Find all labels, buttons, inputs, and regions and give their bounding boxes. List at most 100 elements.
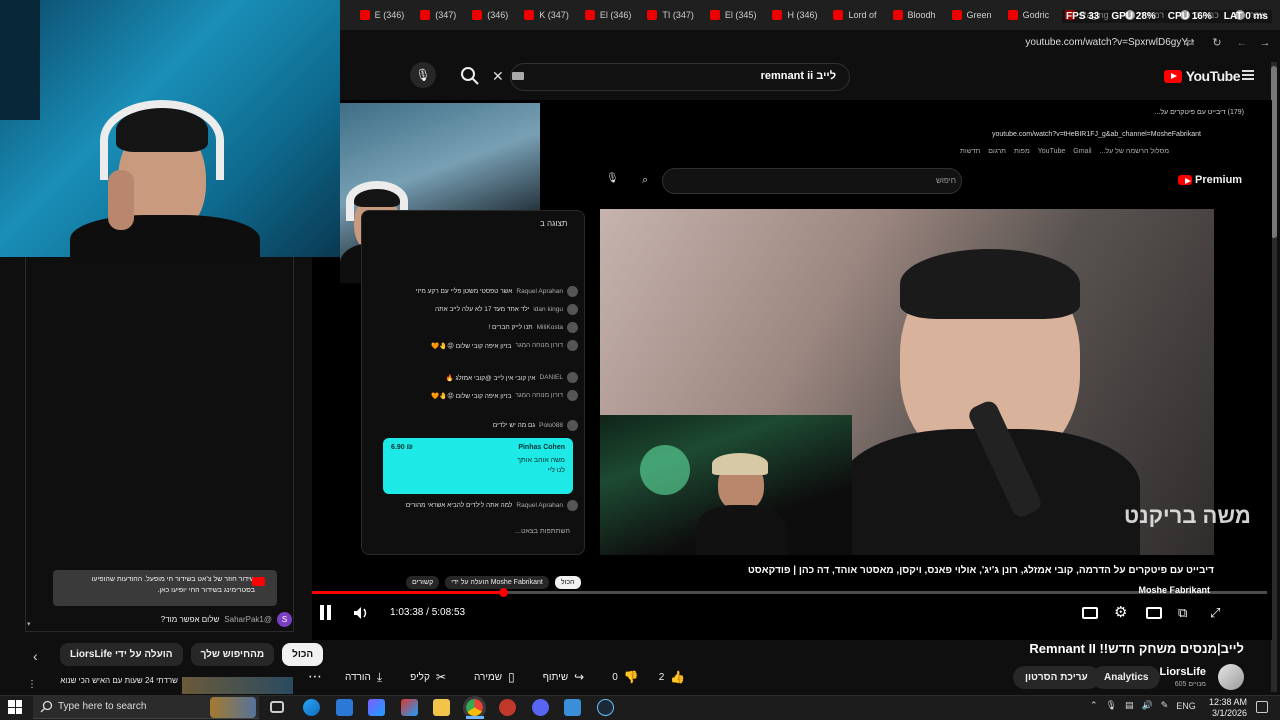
browser-tab[interactable]: (346) — [464, 0, 516, 30]
tab-label: (346) H — [787, 10, 818, 20]
browser-tab[interactable]: (347) — [412, 0, 464, 30]
inner-chat-text: אין קובי אין לייב @קובי אמזלג 🔥 — [445, 374, 536, 382]
back-icon[interactable]: → — [1258, 36, 1272, 50]
inner-chat-line: DANIEL אין קובי אין לייב @קובי אמזלג 🔥 — [364, 372, 578, 383]
translate-icon[interactable]: ⇄ — [1183, 36, 1197, 50]
inner-chat-avatar — [567, 390, 578, 401]
notifications-icon[interactable] — [1256, 701, 1268, 713]
cast-icon[interactable]: ⧉ — [1178, 604, 1196, 622]
reload-icon[interactable]: ↻ — [1210, 36, 1224, 50]
inner-browser-tabs — [600, 106, 1250, 122]
chat-message: S @SaharPak1 שלום אפשר מוד? — [161, 612, 292, 627]
save-button[interactable]: שמירה ▯ — [464, 665, 525, 689]
keyboard-icon[interactable] — [512, 72, 524, 80]
edge-icon[interactable] — [303, 699, 320, 716]
steam-icon[interactable] — [597, 699, 614, 716]
mic-icon[interactable]: 🎙 — [410, 62, 436, 88]
clock-time[interactable]: 12:38 AM — [1207, 697, 1247, 707]
pause-button[interactable] — [319, 605, 333, 621]
browser-tab[interactable]: Lord of — [825, 0, 884, 30]
share-button[interactable]: שיתוף ↪ — [533, 665, 595, 689]
store-icon[interactable] — [336, 699, 353, 716]
inner-filter-chips: הכול הועלה על ידי Moshe Fabrikant קשורים — [406, 576, 581, 589]
suggested-video-title[interactable]: שרדתי 24 שעות עם האיש הכי שנוא — [33, 676, 178, 695]
inner-chat-author: Raquel Aprahan — [516, 288, 563, 295]
language-indicator[interactable]: ENG — [1176, 701, 1196, 711]
browser-tab[interactable]: (347) TI — [639, 0, 702, 30]
windows-start-icon[interactable] — [8, 700, 22, 714]
browser-tab[interactable]: (347) K — [516, 0, 577, 30]
search-icon[interactable] — [458, 64, 482, 88]
browser-tab[interactable]: (345) El — [702, 0, 765, 30]
office-icon[interactable] — [401, 699, 418, 716]
edit-video-button[interactable]: עריכת הסרטון — [1013, 666, 1100, 689]
fullscreen-icon[interactable]: ⤢ — [1210, 604, 1228, 622]
url-text[interactable]: youtube.com/watch?v=SpxrwlD6gyY — [1025, 37, 1188, 48]
chrome-icon[interactable] — [463, 696, 486, 719]
tray-mic-icon[interactable]: 🎙 — [1106, 700, 1117, 711]
menu-icon[interactable] — [1242, 70, 1254, 80]
browser-tab[interactable]: Green — [944, 0, 1000, 30]
like-button[interactable]: 2 👍 — [649, 665, 696, 689]
chat-scroll-down-icon[interactable]: ▾ — [27, 620, 31, 628]
progress-scrubber[interactable] — [499, 588, 508, 597]
dislike-button[interactable]: 0 👎 — [602, 665, 649, 689]
chat-replay-notice: שידור חוזר של צ'אט בשידור חי מופעל. ההוד… — [53, 570, 277, 606]
browser-tab[interactable]: (346) E — [352, 0, 413, 30]
chevron-up-icon[interactable]: ⌃ — [1090, 700, 1098, 711]
clear-search-icon[interactable]: ✕ — [492, 68, 504, 85]
filter-chip[interactable]: מהחיפוש שלך — [190, 643, 275, 666]
clock-date[interactable]: 3/1/2026 — [1207, 708, 1247, 718]
download-label: הורדה — [345, 671, 371, 683]
time-display: 1:03:38 / 5:08:53 — [390, 607, 466, 618]
filter-chip[interactable]: הועלה על ידי LiorsLife — [60, 643, 183, 666]
superchat-amount: ₪ 6.90 — [391, 444, 413, 451]
speaker-icon[interactable]: 🔊 — [1142, 700, 1153, 711]
more-actions-button[interactable]: ⋯ — [303, 665, 327, 689]
superchat-text: משה אוהב אותך — [517, 457, 565, 464]
tab-label: Godric — [1022, 10, 1050, 20]
subtitles-icon[interactable] — [1082, 607, 1098, 619]
tab-label: (347) K — [539, 10, 569, 20]
inner-chat-line: דורון מנוחה המגר בזיון איפה קובי שלום 😡🤚🧡 — [364, 340, 578, 351]
youtube-logo[interactable]: YouTube — [1163, 68, 1241, 84]
channel-avatar[interactable] — [1218, 664, 1244, 690]
file-explorer-icon[interactable] — [433, 699, 450, 716]
analytics-button[interactable]: Analytics — [1092, 666, 1161, 689]
inner-search-box — [662, 168, 962, 194]
channel-name[interactable]: LiorsLife — [1160, 666, 1206, 678]
suggested-video-thumbnail[interactable] — [182, 677, 293, 694]
tab-label: (345) El — [724, 10, 757, 20]
inner-superchat: Pinhas Cohen ₪ 6.90 משה אוהב אותך לנו ליי — [383, 438, 573, 494]
active-app-indicator — [466, 716, 484, 719]
task-view-icon[interactable] — [270, 701, 284, 713]
settings-icon[interactable]: ⚙ — [1114, 604, 1132, 622]
browser-tab[interactable]: Godric — [1000, 0, 1058, 30]
taskbar-search-placeholder[interactable]: Type here to search — [58, 701, 146, 712]
webcam-overlay — [0, 0, 340, 257]
filter-chip[interactable]: הכול — [282, 643, 324, 666]
record-app-icon[interactable] — [499, 699, 516, 716]
network-icon[interactable]: ▤ — [1125, 700, 1134, 711]
discord-icon[interactable] — [532, 699, 549, 716]
forward-icon[interactable]: ← — [1235, 36, 1249, 50]
browser-tab[interactable]: (346) El — [577, 0, 640, 30]
inner-url: youtube.com/watch?v=tHeBIR1FJ_g&ab_chann… — [992, 131, 1201, 138]
pen-icon[interactable]: ✎ — [1161, 700, 1169, 711]
tab-favicon-icon — [524, 10, 535, 20]
copilot-icon[interactable] — [368, 699, 385, 716]
chevron-left-icon[interactable]: ‹ — [33, 648, 49, 664]
volume-icon[interactable] — [352, 604, 370, 622]
inner-chat-line: Raquel Aprahan למה אתה לילדים להביא אשראי… — [364, 500, 578, 511]
miniplayer-icon[interactable] — [1146, 607, 1162, 619]
inner-bookmark: Gmail — [1073, 148, 1092, 155]
clip-button[interactable]: קליפ ✂ — [400, 665, 456, 689]
browser-tab[interactable]: (346) H — [764, 0, 825, 30]
download-button[interactable]: הורדה ⤓ — [335, 665, 392, 689]
app-icon[interactable] — [564, 699, 581, 716]
tab-favicon-icon — [359, 10, 370, 20]
browser-tab[interactable]: Bloodh — [885, 0, 944, 30]
inner-chat-line: MiliKosta תנו לייק חברים ! — [364, 322, 578, 333]
tab-favicon-icon — [709, 10, 720, 20]
search-query[interactable]: לייב remnant ii — [761, 70, 836, 82]
